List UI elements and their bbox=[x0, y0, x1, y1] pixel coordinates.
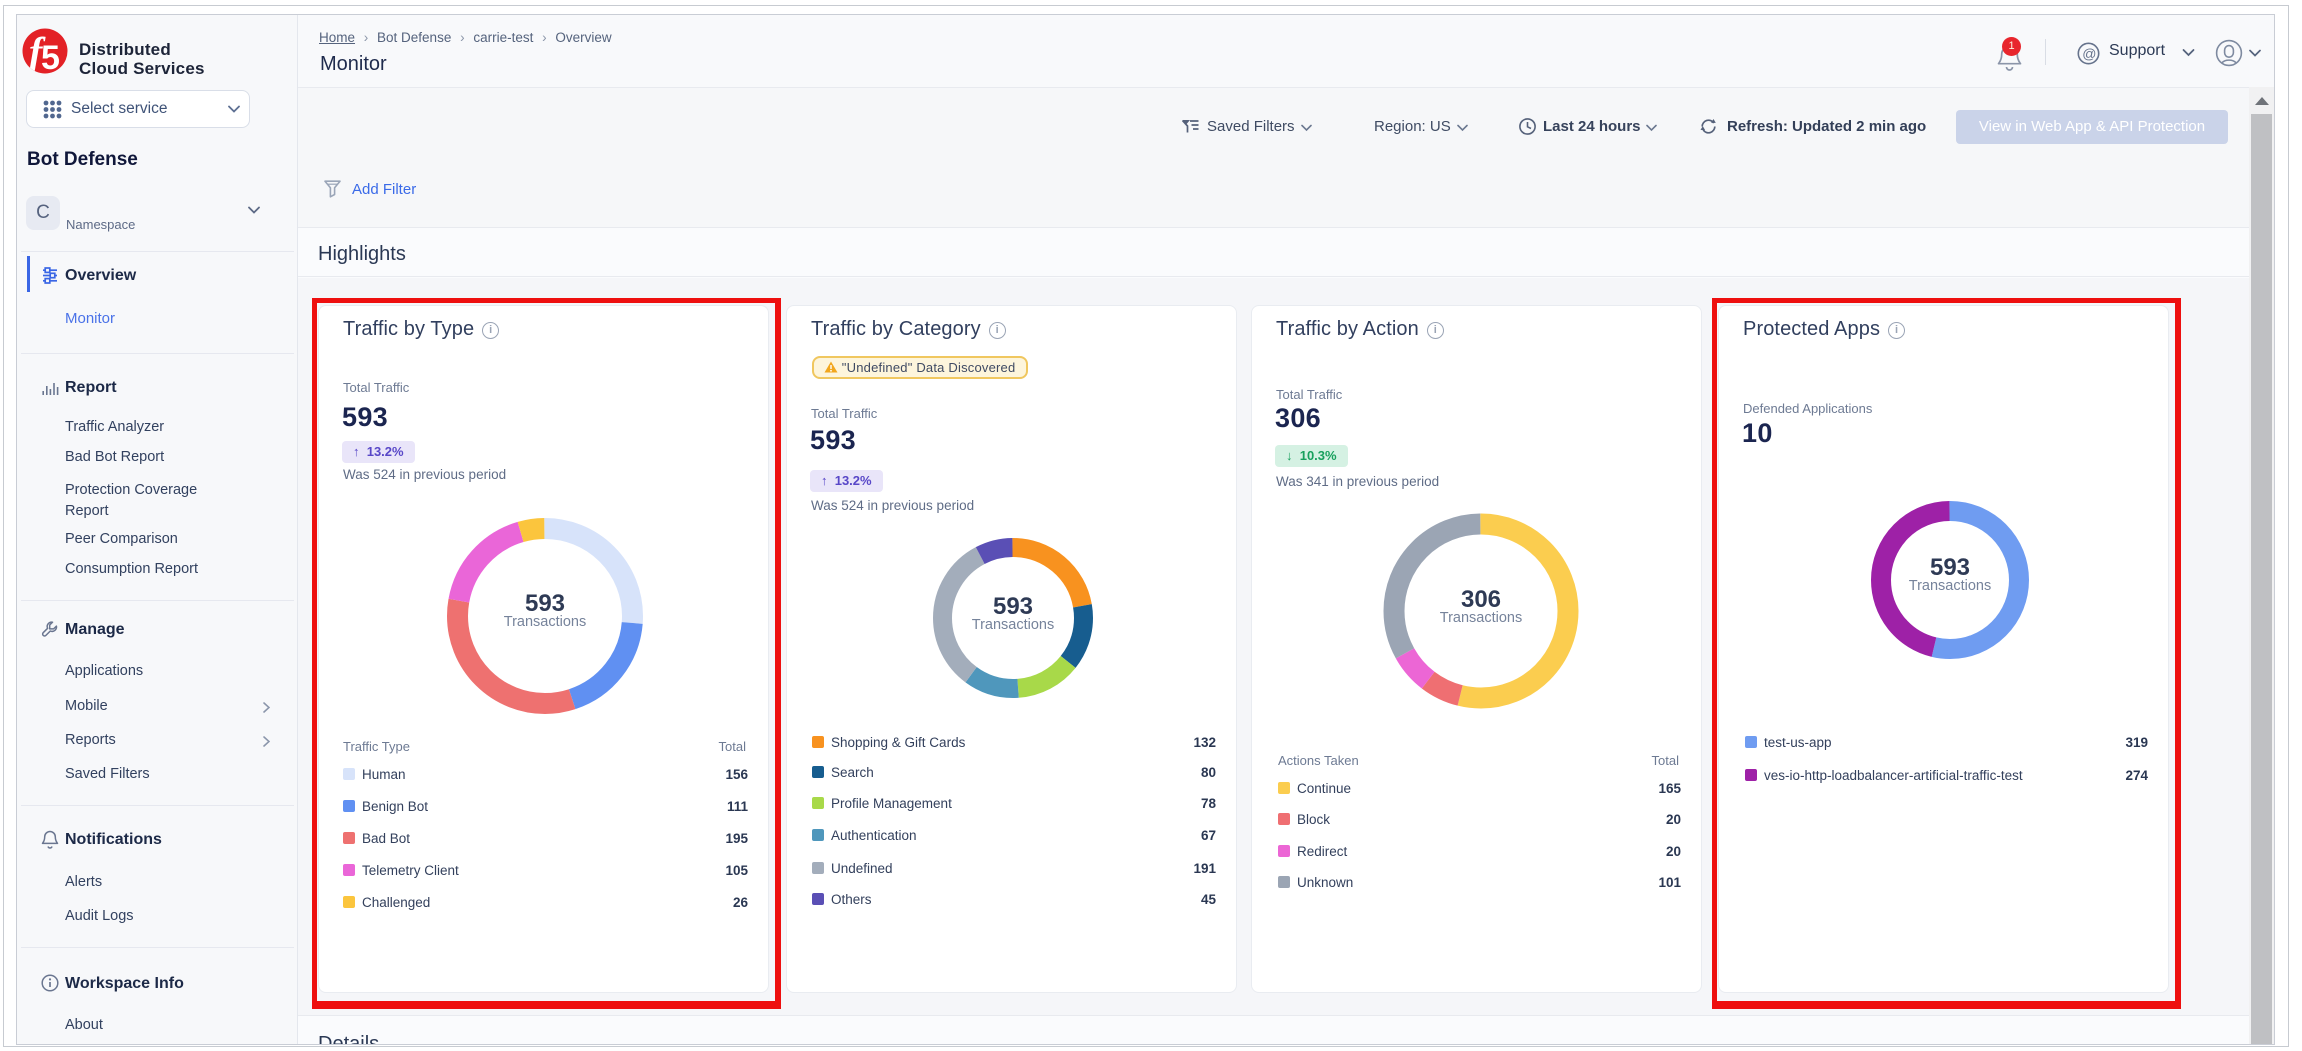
svg-text:@: @ bbox=[2082, 45, 2096, 61]
svg-text:5: 5 bbox=[41, 39, 60, 74]
